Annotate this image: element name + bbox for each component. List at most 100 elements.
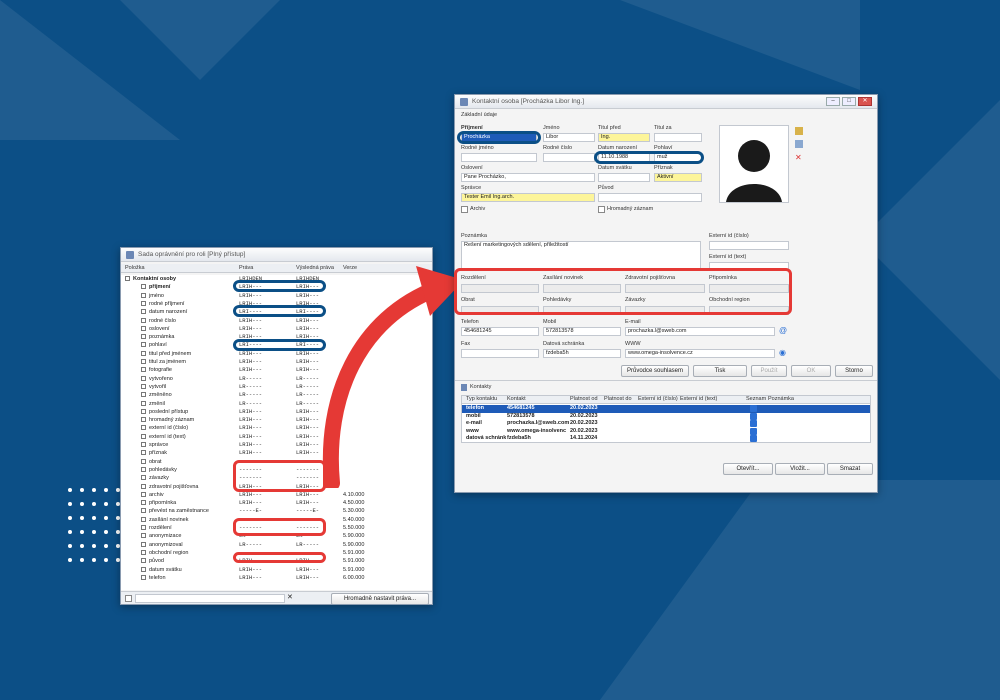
nameday-input[interactable] [598, 173, 650, 182]
tree-item-rights[interactable]: LRIH--- [239, 325, 262, 333]
table-row[interactable]: datová schránka fzdeba5h 14.11.2024 [462, 435, 870, 443]
tree-row[interactable]: telefon LRIH--- LRIH--- 6.00.000 [121, 574, 431, 582]
tree-item-rights[interactable]: LRIH--- [239, 499, 262, 507]
tree-item-version: 5.40.000 [343, 516, 365, 523]
tree-item-rights[interactable]: LRIH--- [239, 424, 262, 432]
tree-item-rights[interactable]: LRIH--- [239, 317, 262, 325]
tree-item-rights[interactable]: LRIH--- [239, 408, 262, 416]
minimize-button[interactable]: – [826, 97, 840, 106]
tree-item-rights[interactable]: LR----- [239, 375, 262, 383]
cancel-button[interactable]: Storno [835, 365, 873, 377]
tree-item-rights[interactable]: LRIH--- [239, 366, 262, 374]
mobile-input[interactable]: 572813578 [543, 327, 621, 336]
tree-item-rights[interactable]: LRIH--- [239, 416, 262, 424]
tree-item-rights[interactable]: -----E- [239, 507, 262, 515]
tree-item-label: zasílání novinek [149, 516, 189, 523]
tree-item-rights[interactable]: LRIH--- [239, 566, 262, 574]
tree-item-rights[interactable]: LRIH--- [239, 449, 262, 457]
tree-row[interactable]: datum svátku LRIH--- LRIH--- 5.91.000 [121, 566, 431, 574]
manager-input[interactable]: Tester Emil Ing.arch. [461, 193, 595, 202]
title-before-input[interactable]: Ing. [598, 133, 650, 142]
tree-item-rights[interactable]: LR----- [239, 541, 262, 549]
tree-item-rights[interactable]: LRIH--- [239, 292, 262, 300]
tree-item-rights[interactable]: LRIH--- [239, 491, 262, 499]
fax-input[interactable] [461, 349, 539, 358]
photo-delete-icon[interactable]: ✕ [795, 153, 802, 162]
table-row[interactable]: mobil 572813578 20.02.2023 [462, 412, 870, 421]
col-item[interactable]: Položka [125, 265, 145, 271]
tree-row[interactable]: archiv LRIH--- LRIH--- 4.10.000 [121, 491, 431, 499]
databox-input[interactable]: fzdeba5h [543, 349, 621, 358]
col-ext-num[interactable]: Externí id (číslo) [638, 396, 678, 402]
list-checkbox[interactable] [750, 427, 757, 435]
tree-item-rights[interactable]: LRIH--- [239, 433, 262, 441]
ok-button[interactable]: OK [791, 365, 831, 377]
title-after-label: Titul za [654, 125, 672, 131]
photo-frame[interactable] [719, 125, 789, 203]
table-row[interactable]: www www.omega-insolvenc 20.02.2023 [462, 427, 870, 436]
filter-input[interactable] [135, 594, 285, 603]
apply-button[interactable]: Použít [751, 365, 787, 377]
tree-item-label: externí id (číslo) [149, 425, 189, 432]
tree-item-rights[interactable]: LR----- [239, 391, 262, 399]
tree-row[interactable]: připomínka LRIH--- LRIH--- 4.50.000 [121, 499, 431, 507]
col-type[interactable]: Typ kontaktu [466, 396, 497, 402]
close-button[interactable]: ✕ [858, 97, 872, 106]
tree-item-name: správce [141, 441, 168, 449]
list-checkbox[interactable] [750, 405, 757, 412]
birth-number-input[interactable] [543, 153, 595, 162]
col-from[interactable]: Platnost od [570, 396, 598, 402]
col-to[interactable]: Platnost do [604, 396, 632, 402]
col-contact[interactable]: Kontakt [507, 396, 526, 402]
col-rights[interactable]: Práva [239, 265, 253, 271]
bulk-record-checkbox[interactable] [598, 206, 605, 213]
col-ext-text[interactable]: Externí id (text) [680, 396, 717, 402]
note-textarea[interactable]: Řešení marketingových sdělení, přiležito… [461, 241, 701, 269]
tree-item-result: LRIH--- [296, 407, 320, 415]
tree-item-rights[interactable]: LR----- [239, 400, 262, 408]
archive-checkbox[interactable] [461, 206, 468, 213]
list-checkbox[interactable] [750, 435, 757, 442]
col-list[interactable]: Seznam [746, 396, 766, 402]
tree-item-rights[interactable]: LRIH--- [239, 358, 262, 366]
tree-item-name: připomínka [141, 499, 176, 507]
www-input[interactable]: www.omega-insolvence.cz [625, 349, 775, 358]
phone-input[interactable]: 454681245 [461, 327, 539, 336]
web-open-icon[interactable]: ◉ [779, 348, 786, 357]
list-checkbox[interactable] [750, 412, 757, 420]
filter-checkbox[interactable] [125, 595, 132, 602]
open-button[interactable]: Otevřít... [723, 463, 773, 475]
field-icon [141, 292, 146, 298]
field-icon [141, 558, 146, 564]
bulk-rights-button[interactable]: Hromadně nastavit práva... [331, 593, 429, 604]
flag-select[interactable]: Aktivní [654, 173, 702, 182]
tree-row[interactable]: převést na zaměstnance -----E- -----E- 5.30… [121, 507, 431, 515]
table-row[interactable]: telefon 454681245 20.02.2023 [462, 405, 870, 413]
tree-item-label: příznak [149, 450, 168, 457]
tree-item-rights[interactable]: LRIH--- [239, 441, 262, 449]
tree-item-rights[interactable]: LR----- [239, 383, 262, 391]
title-after-input[interactable] [654, 133, 702, 142]
email-input[interactable]: prochazka.l@sweb.com [625, 327, 775, 336]
birth-surname-input[interactable] [461, 153, 537, 162]
photo-edit-icon[interactable] [795, 140, 803, 148]
delete-button[interactable]: Smazat [827, 463, 873, 475]
maximize-button[interactable]: □ [842, 97, 856, 106]
firstname-input[interactable]: Libor [543, 133, 595, 142]
email-send-icon[interactable]: @ [779, 326, 787, 335]
photo-load-icon[interactable] [795, 127, 803, 135]
origin-input[interactable] [598, 193, 702, 202]
salutation-input[interactable]: Pane Procházko, [461, 173, 595, 182]
ext-id-num-input[interactable] [709, 241, 789, 250]
tree-row[interactable]: anonymizoval LR----- LR----- 5.90.000 [121, 541, 431, 549]
tree-item-rights[interactable]: LRIH--- [239, 574, 262, 582]
tree-item-label: fotografie [149, 367, 172, 374]
field-icon [141, 508, 146, 514]
print-button[interactable]: Tisk [693, 365, 747, 377]
list-checkbox[interactable] [750, 420, 757, 427]
clear-filter-icon[interactable]: ✕ [287, 593, 293, 601]
col-note[interactable]: Poznámka [768, 396, 794, 402]
insert-button[interactable]: Vložit... [775, 463, 825, 475]
consent-button[interactable]: Průvodce souhlasem [621, 365, 689, 377]
table-row[interactable]: e-mail prochazka.l@sweb.com 20.02.2023 [462, 420, 870, 428]
